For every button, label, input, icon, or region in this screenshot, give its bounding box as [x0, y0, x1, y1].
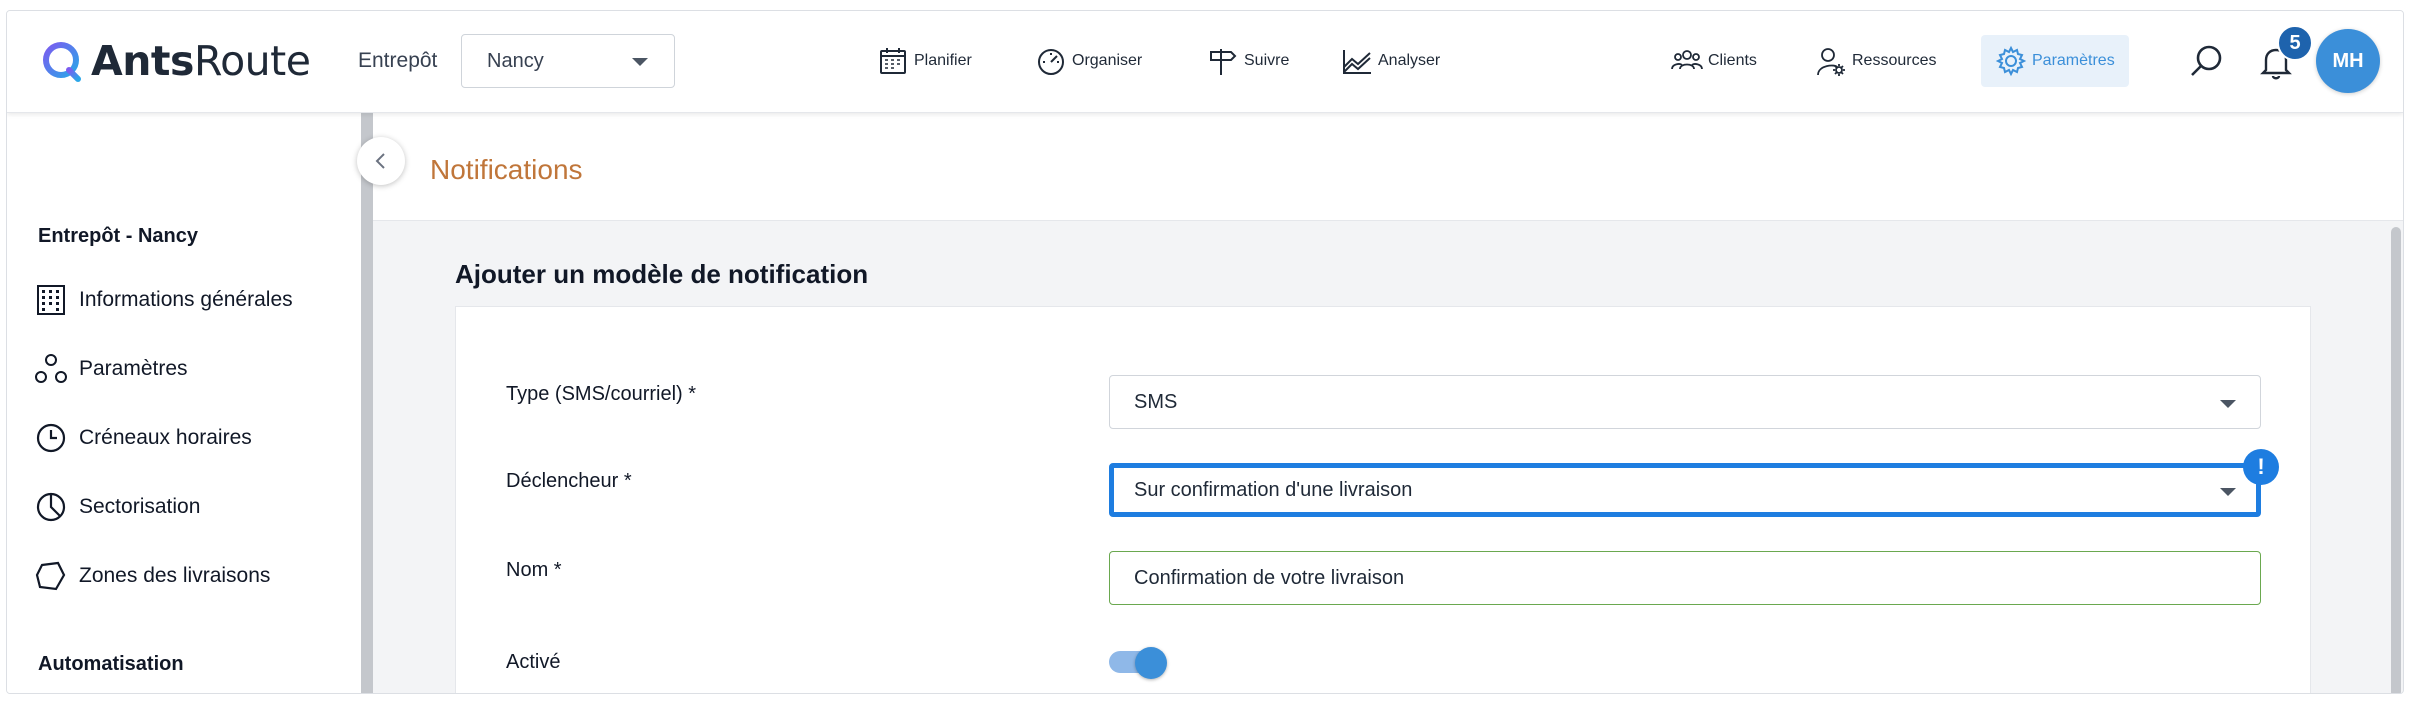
page-title-bar: Notifications	[373, 113, 2403, 221]
sidebar-item-label: Créneaux horaires	[79, 426, 252, 449]
nav-planifier-label: Planifier	[914, 52, 972, 69]
nav-parametres-label: Paramètres	[2032, 52, 2115, 69]
type-select-value: SMS	[1134, 390, 1178, 413]
warehouse-select[interactable]: Nancy	[461, 34, 675, 88]
warning-icon: !	[2243, 449, 2279, 485]
logo-text: AntsRoute	[91, 37, 311, 85]
active-label: Activé	[506, 651, 561, 673]
people-icon	[1671, 50, 1703, 70]
clock-icon	[36, 423, 66, 453]
toggle-knob	[1135, 647, 1167, 679]
chevron-down-icon	[2220, 488, 2236, 496]
app-window: AntsRoute Entrepôt Nancy Planifier Organ…	[6, 10, 2404, 694]
nav-organiser[interactable]: Organiser	[1035, 45, 1142, 77]
calendar-icon	[880, 48, 906, 74]
name-input[interactable]: Confirmation de votre livraison	[1109, 551, 2261, 605]
main-content: Notifications Ajouter un modèle de notif…	[373, 113, 2403, 693]
chart-icon	[1343, 50, 1371, 74]
nav-parametres[interactable]: Paramètres	[1981, 35, 2129, 87]
sidebar-section-title: Entrepôt - Nancy	[38, 225, 199, 247]
sidebar-section-automatisation: Automatisation	[38, 653, 184, 675]
nav-organiser-label: Organiser	[1072, 52, 1143, 69]
chevron-down-icon	[2220, 400, 2236, 408]
sidebar-item-zones-des-livraisons[interactable]: Zones des livraisons	[34, 559, 270, 593]
sidebar-item-informations-generales[interactable]: Informations générales	[34, 283, 293, 317]
trigger-label: Déclencheur *	[506, 470, 632, 492]
trigger-select[interactable]: Sur confirmation d'une livraison	[1109, 463, 2261, 517]
warehouse-select-value: Nancy	[487, 49, 544, 72]
nav-suivre[interactable]: Suivre	[1207, 45, 1289, 77]
building-icon	[37, 285, 65, 315]
gear-icon	[1995, 45, 2027, 77]
polygon-icon	[35, 561, 66, 591]
sidebar-item-label: Sectorisation	[79, 495, 201, 518]
collapse-sidebar-button[interactable]	[357, 137, 405, 185]
signpost-icon	[1210, 49, 1237, 75]
antsroute-logo-icon	[43, 42, 81, 82]
gauge-icon	[1038, 49, 1064, 75]
chevron-left-icon	[375, 153, 385, 169]
logo[interactable]: AntsRoute	[41, 37, 311, 85]
page-title: Notifications	[430, 154, 583, 185]
sidebar-scrollbar[interactable]	[361, 113, 373, 693]
sidebar-item-label: Paramètres	[79, 357, 188, 380]
type-label: Type (SMS/courriel) *	[506, 383, 697, 405]
chevron-down-icon	[632, 58, 648, 66]
nav-clients[interactable]: Clients	[1671, 45, 1757, 77]
user-gear-icon	[1817, 48, 1845, 76]
nav-ressources[interactable]: Ressources	[1815, 45, 1936, 77]
sidebar: Entrepôt - Nancy Informations générales …	[7, 113, 361, 693]
sidebar-item-label: Informations générales	[79, 288, 293, 311]
sidebar-item-parametres[interactable]: Paramètres	[34, 352, 188, 386]
nav-analyser[interactable]: Analyser	[1341, 45, 1440, 77]
nav-analyser-label: Analyser	[1378, 52, 1441, 69]
pie-icon	[36, 492, 66, 522]
type-select[interactable]: SMS	[1109, 375, 2261, 429]
search-icon[interactable]	[2187, 41, 2227, 81]
nav-suivre-label: Suivre	[1244, 52, 1290, 69]
sidebar-item-creneaux-horaires[interactable]: Créneaux horaires	[34, 421, 252, 455]
name-label: Nom *	[506, 559, 562, 581]
notification-badge: 5	[2277, 25, 2313, 61]
active-toggle[interactable]	[1109, 647, 1167, 679]
nav-planifier[interactable]: Planifier	[877, 45, 972, 77]
warehouse-label: Entrepôt	[358, 49, 438, 72]
avatar[interactable]: MH	[2316, 29, 2380, 93]
trigger-select-value: Sur confirmation d'une livraison	[1134, 478, 1413, 501]
top-header: AntsRoute Entrepôt Nancy Planifier Organ…	[7, 11, 2403, 113]
nodes-icon	[35, 354, 67, 383]
sidebar-item-label: Zones des livraisons	[79, 564, 271, 587]
form-title: Ajouter un modèle de notification	[455, 259, 869, 289]
sidebar-item-sectorisation[interactable]: Sectorisation	[34, 490, 200, 524]
nav-ressources-label: Ressources	[1852, 52, 1937, 69]
main-scrollbar[interactable]	[2391, 227, 2401, 693]
nav-clients-label: Clients	[1708, 52, 1757, 69]
name-input-value: Confirmation de votre livraison	[1134, 566, 1405, 589]
